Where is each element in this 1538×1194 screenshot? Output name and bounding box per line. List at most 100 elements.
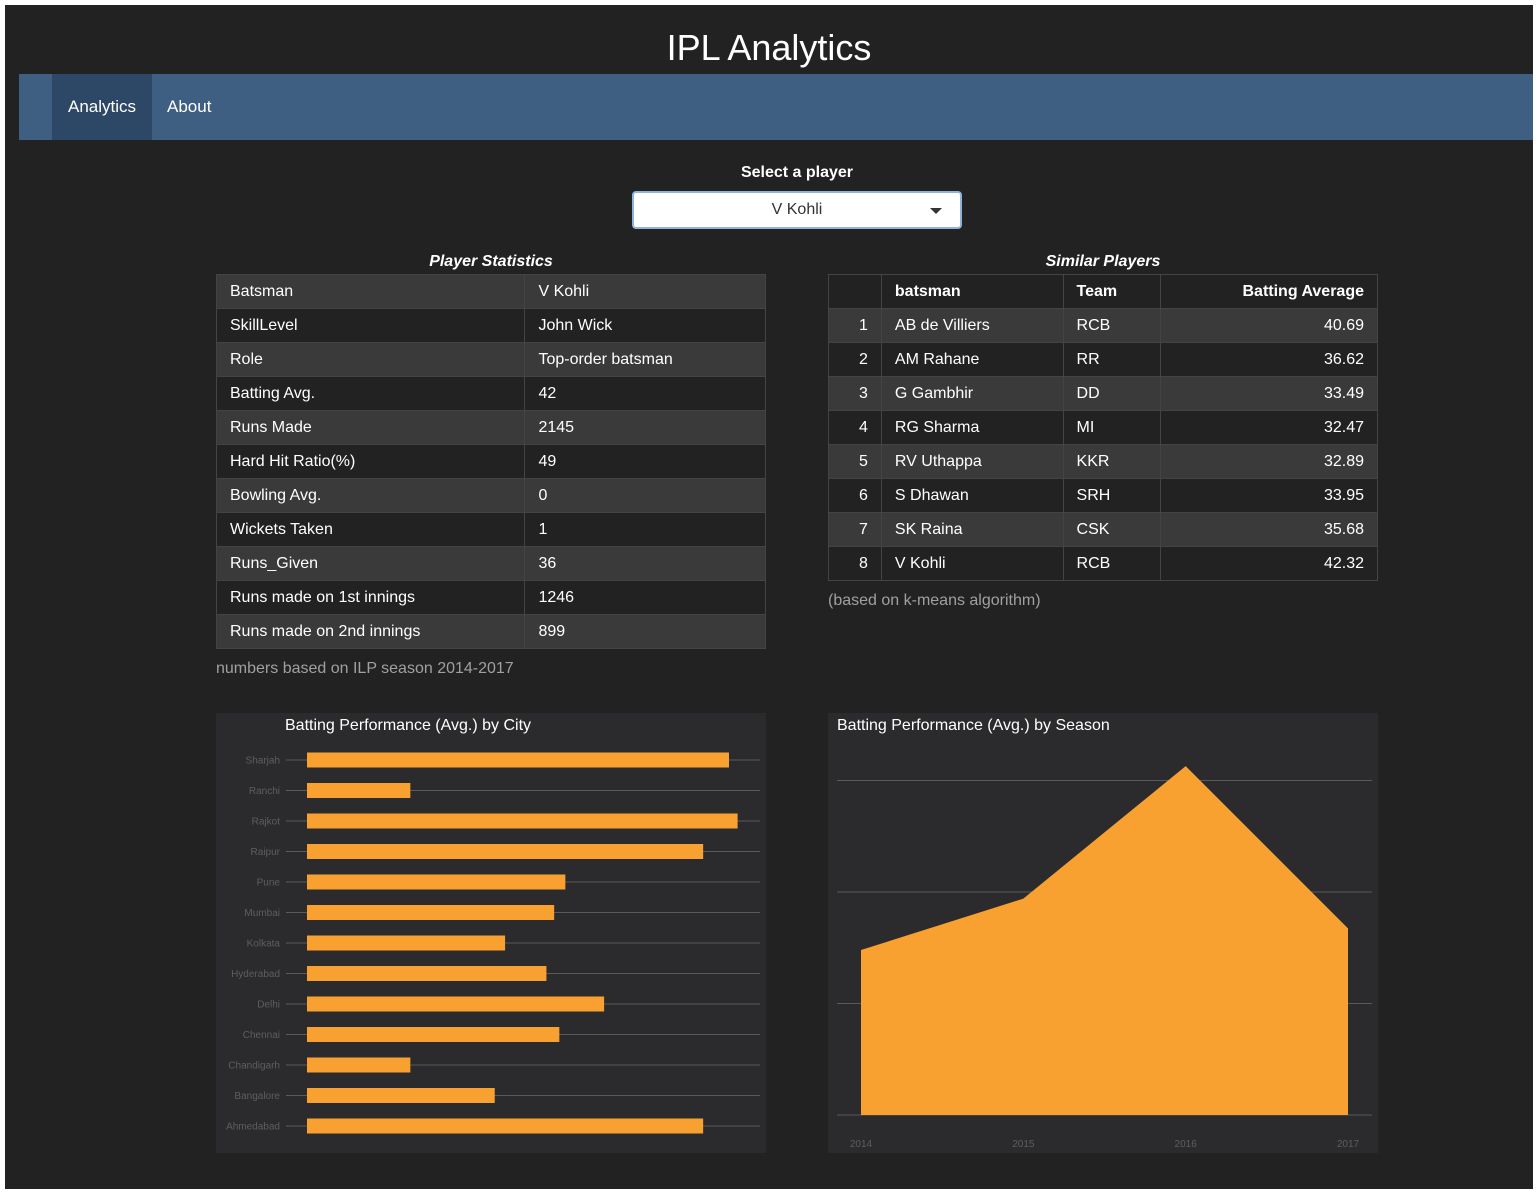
bar [307, 966, 547, 981]
navbar: Analytics About [19, 74, 1533, 140]
app-window: IPL Analytics Analytics About Select a p… [5, 5, 1533, 1189]
y-tick-label: Hyderabad [231, 969, 280, 980]
x-tick-label: 2017 [1337, 1139, 1360, 1150]
stat-value: Top-order batsman [524, 342, 766, 377]
avg-cell: 32.89 [1160, 444, 1378, 479]
table-row: Runs made on 2nd innings 899 [215, 614, 766, 649]
bar [307, 905, 555, 920]
bar [307, 1027, 560, 1042]
batsman-cell: AM Rahane [880, 342, 1064, 377]
app-title: IPL Analytics [666, 27, 872, 68]
player-select[interactable]: V Kohli [632, 191, 962, 229]
y-tick-label: Chandigarh [228, 1061, 280, 1072]
team-cell: DD [1062, 376, 1162, 411]
batsman-cell: S Dhawan [880, 478, 1064, 513]
stat-value: V Kohli [524, 274, 766, 309]
player-select-value: V Kohli [771, 201, 823, 218]
avg-cell: 40.69 [1160, 308, 1378, 343]
bar [307, 996, 605, 1012]
chevron-down-icon[interactable] [930, 208, 942, 214]
city-chart-panel: Batting Performance (Avg.) by City Sharj… [216, 713, 766, 1153]
batsman-cell: AB de Villiers [880, 308, 1064, 343]
team-cell: RCB [1062, 546, 1162, 581]
col-rank-header [828, 274, 882, 309]
table-row: 4 RG Sharma MI 32.47 [828, 410, 1378, 445]
batsman-cell: SK Raina [880, 512, 1064, 547]
table-row: 3G Gambhir DD 33.49 [828, 376, 1378, 411]
table-row: Runs made on 1st innings 1246 [215, 580, 766, 615]
table-row: Batsman V Kohli [215, 274, 766, 309]
team-cell: CSK [1062, 512, 1162, 547]
rank-cell: 7 [828, 512, 882, 547]
batsman-cell: RV Uthappa [880, 444, 1064, 479]
y-tick-label: Delhi [257, 1000, 280, 1011]
table-row: Wickets Taken 1 [215, 512, 766, 547]
player-select-label: Select a player [740, 164, 854, 181]
table-row: SkillLevel John Wick [215, 308, 766, 343]
similar-players-caption: Similar Players [1045, 253, 1161, 270]
tab-about[interactable]: About [151, 74, 227, 140]
avg-cell: 33.49 [1160, 376, 1378, 411]
table-row: Batting Avg. 42 [215, 376, 766, 411]
stat-label: Runs_Given [215, 546, 526, 581]
stat-label: Runs made on 2nd innings [215, 614, 526, 649]
stat-value: John Wick [524, 308, 766, 343]
stat-value: 49 [524, 444, 766, 479]
stat-value: 36 [524, 546, 766, 581]
stat-label: Runs made on 1st innings [215, 580, 526, 615]
area-series [861, 766, 1348, 1115]
col-team-header: Team [1062, 274, 1162, 309]
stat-label: Runs Made [215, 410, 526, 445]
stat-value: 899 [524, 614, 766, 649]
avg-cell: 33.95 [1160, 478, 1378, 513]
city-chart: Sharjah Ranchi Rajkot Raipur Pune Mumbai Kolka… [226, 752, 760, 1134]
avg-cell: 36.62 [1160, 342, 1378, 377]
player-stats-table: Batsman V Kohli SkillLevel John Wick Role Top… [215, 274, 766, 649]
y-tick-label: Raipur [251, 847, 281, 858]
bar [307, 874, 566, 890]
team-cell: MI [1062, 410, 1162, 445]
bar [307, 813, 738, 829]
bar [307, 844, 704, 859]
batsman-cell: RG Sharma [880, 410, 1064, 445]
stat-label: Bowling Avg. [215, 478, 526, 513]
player-stats-caption: Player Statistics [429, 253, 553, 270]
rank-cell: 2 [828, 342, 882, 377]
y-tick-label: Bangalore [234, 1091, 280, 1102]
rank-cell: 5 [828, 444, 882, 479]
season-chart-panel: Batting Performance (Avg.) by Season 201… [828, 713, 1378, 1153]
stat-label: Role [215, 342, 526, 377]
bar [307, 1088, 495, 1103]
y-tick-label: Rajkot [252, 817, 281, 828]
batsman-cell: G Gambhir [880, 376, 1064, 411]
avg-cell: 32.47 [1160, 410, 1378, 445]
table-row: 7 SK Raina CSK 35.68 [828, 512, 1378, 547]
rank-cell: 4 [828, 410, 882, 445]
x-tick-label: 2014 [850, 1139, 873, 1150]
rank-cell: 6 [828, 478, 882, 513]
table-row: Role Top-order batsman [215, 342, 766, 377]
rank-cell: 8 [828, 546, 882, 581]
rank-cell: 1 [828, 308, 882, 343]
col-avg-header: Batting Average [1160, 274, 1378, 309]
bar [307, 1118, 704, 1134]
table-row: Bowling Avg. 0 [215, 478, 766, 513]
y-tick-label: Ahmedabad [226, 1122, 280, 1133]
bar [307, 752, 729, 768]
y-tick-label: Mumbai [244, 908, 280, 919]
table-row: Runs Made 2145 [215, 410, 766, 445]
table-row: Hard Hit Ratio(%) 49 [215, 444, 766, 479]
team-cell: SRH [1062, 478, 1162, 513]
stat-label: SkillLevel [215, 308, 526, 343]
col-batsman-header: batsman [880, 274, 1064, 309]
x-tick-label: 2016 [1175, 1139, 1198, 1150]
similar-players-note: (based on k-means algorithm) [828, 592, 1041, 609]
table-row: 8V Kohli RCB 42.32 [828, 546, 1378, 581]
x-tick-label: 2015 [1012, 1139, 1035, 1150]
bar [307, 935, 506, 951]
player-stats-note: numbers based on ILP season 2014-2017 [216, 660, 514, 677]
team-cell: KKR [1062, 444, 1162, 479]
tab-analytics[interactable]: Analytics [52, 74, 153, 140]
y-tick-label: Pune [257, 878, 281, 889]
table-row: 5 RV Uthappa KKR 32.89 [828, 444, 1378, 479]
